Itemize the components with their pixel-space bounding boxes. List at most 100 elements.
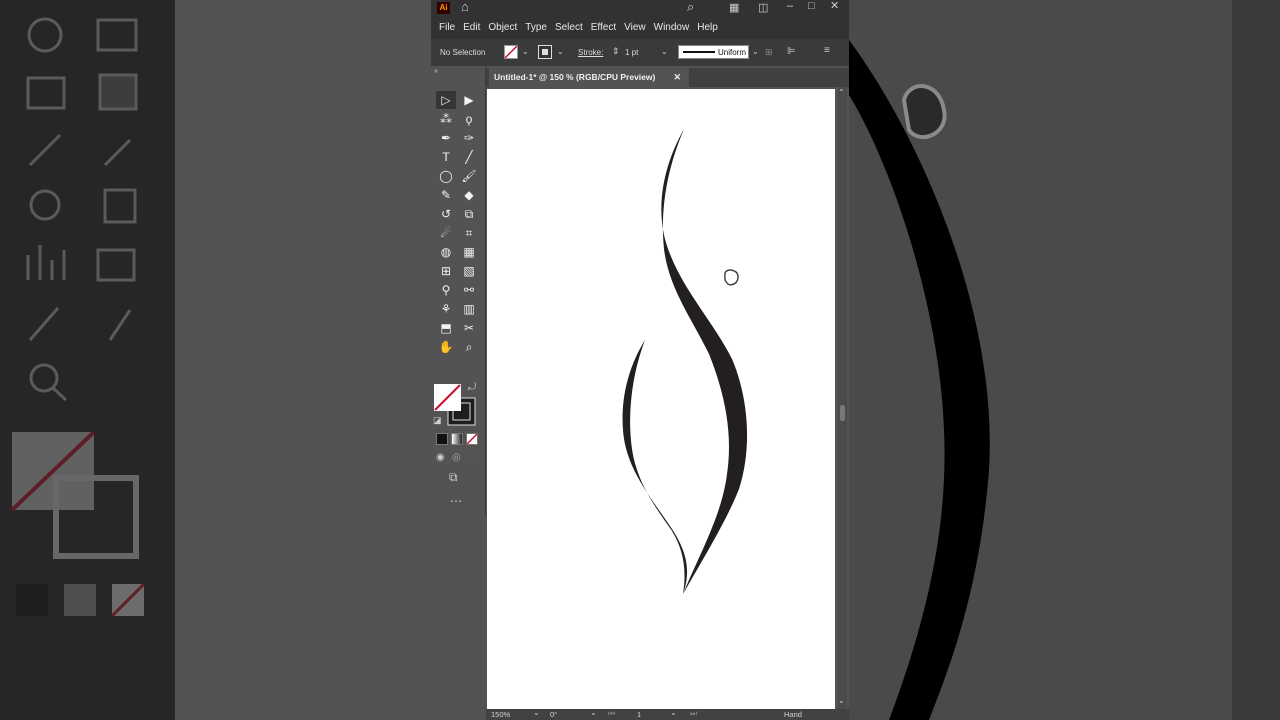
screen-mode-icon[interactable]: ⧉ (449, 471, 458, 483)
minimize-icon[interactable]: – (787, 0, 793, 12)
rotation-dropdown-icon[interactable]: ⌄ (590, 707, 597, 719)
artboard[interactable] (487, 89, 835, 709)
direct-selection-tool-icon[interactable]: ▶ (459, 91, 479, 109)
scroll-up-icon[interactable]: ⌃ (838, 87, 845, 99)
gradient-tool-icon[interactable]: ▧ (459, 262, 479, 280)
stroke-weight-dropdown-icon[interactable]: ⌄ (661, 46, 668, 58)
paintbrush-tool-icon[interactable]: 🖌 (459, 167, 479, 185)
swap-colors-icon[interactable]: ⤾ (468, 382, 476, 394)
rotate-tool-icon[interactable]: ↺ (436, 205, 456, 223)
menu-type[interactable]: Type (525, 22, 547, 33)
gradient-mode-button[interactable] (451, 433, 463, 445)
scroll-down-icon[interactable]: ⌄ (838, 695, 845, 707)
document-tab[interactable]: Untitled-1* @ 150 % (RGB/CPU Preview) ✕ (489, 68, 689, 87)
hand-cursor-icon (724, 269, 739, 286)
last-artboard-icon[interactable]: ⏭ (690, 708, 697, 720)
fill-dropdown-icon[interactable]: ⌄ (522, 46, 529, 58)
eyedropper-tool-icon[interactable]: ⚲ (436, 281, 456, 299)
stroke-dropdown-icon[interactable]: ⌄ (557, 46, 564, 58)
current-tool-name: Hand (784, 710, 802, 719)
blend-tool-icon[interactable]: ⚯ (459, 281, 479, 299)
background-right-strip (1232, 0, 1280, 720)
background-ghost-tools (10, 17, 146, 618)
perspective-grid-tool-icon[interactable]: ▦ (459, 243, 479, 261)
toolbox-grip-icon[interactable]: » (434, 66, 438, 78)
warp-tool-icon[interactable]: ☄ (436, 224, 456, 242)
menu-bar: File Edit Object Type Select Effect View… (431, 17, 849, 37)
line-tool-icon[interactable]: ╱ (459, 148, 479, 166)
background-left-gray (175, 0, 431, 720)
profile-line (683, 51, 715, 53)
profile-label: Uniform (718, 48, 747, 57)
zoom-tool-icon[interactable]: ⌕ (459, 338, 479, 356)
shaper-tool-icon[interactable]: ✎ (436, 186, 456, 204)
close-tab-icon[interactable]: ✕ (673, 68, 681, 87)
pen-tool-icon[interactable]: ✒ (436, 129, 456, 147)
variable-width-profile[interactable]: Uniform (678, 45, 749, 59)
menu-view[interactable]: View (624, 22, 646, 33)
default-colors-icon[interactable]: ◪ (433, 414, 442, 426)
zoom-level[interactable]: 150% (491, 710, 510, 719)
hand-tool-icon[interactable]: ✋ (436, 338, 456, 356)
curvature-tool-icon[interactable]: ✑ (459, 129, 479, 147)
control-bar: No Selection ⌄ ⌄ Stroke: ⇕ 1 pt ⌄ Unifor… (431, 37, 849, 66)
arrange-documents-icon[interactable]: ◫ (758, 2, 768, 14)
stroke-stepper-icon[interactable]: ⇕ (612, 45, 620, 57)
magic-wand-tool-icon[interactable]: ⁂ (436, 110, 456, 128)
color-mode-button[interactable] (436, 433, 448, 445)
free-transform-tool-icon[interactable]: ⌗ (459, 224, 479, 242)
selection-status: No Selection (440, 48, 486, 57)
menu-object[interactable]: Object (488, 22, 517, 33)
background-ghost-stroke (849, 40, 990, 720)
type-tool-icon[interactable]: T (436, 148, 456, 166)
canvas-area[interactable]: ⌃ ⌄ (486, 87, 849, 710)
scale-tool-icon[interactable]: ⧉ (459, 205, 479, 223)
eraser-tool-icon[interactable]: ◆ (459, 186, 479, 204)
fill-swatch[interactable] (504, 45, 518, 59)
menu-file[interactable]: File (439, 22, 455, 33)
shape-builder-tool-icon[interactable]: ◍ (436, 243, 456, 261)
mesh-tool-icon[interactable]: ⊞ (436, 262, 456, 280)
profile-dropdown-icon[interactable]: ⌄ (752, 46, 759, 58)
artboard-number[interactable]: 1 (637, 710, 641, 719)
menu-help[interactable]: Help (697, 22, 718, 33)
close-window-icon[interactable]: ✕ (830, 0, 839, 12)
upper-stroke-shape (661, 129, 748, 594)
ellipse-tool-icon[interactable]: ◯ (436, 167, 456, 185)
workspace-layout-icon[interactable]: ▦ (729, 2, 739, 14)
menu-effect[interactable]: Effect (591, 22, 616, 33)
artboard-tool-icon[interactable]: ⬒ (436, 319, 456, 337)
stroke-swatch[interactable] (538, 45, 552, 59)
edit-toolbar-icon[interactable]: ⋯ (450, 495, 462, 507)
menu-window[interactable]: Window (654, 22, 690, 33)
selection-tool-icon[interactable]: ▷ (436, 91, 456, 109)
recolor-icon[interactable]: ⊞ (765, 46, 773, 58)
search-icon[interactable]: ⌕ (687, 0, 694, 13)
scroll-thumb[interactable] (840, 405, 845, 421)
maximize-icon[interactable]: □ (808, 0, 815, 12)
artboard-dropdown-icon[interactable]: ⌄ (670, 707, 677, 719)
vertical-scrollbar[interactable]: ⌃ ⌄ (838, 87, 847, 710)
align-icon[interactable]: ⊫ (787, 46, 796, 58)
none-mode-button[interactable] (466, 433, 478, 445)
panel-menu-icon[interactable]: ≡ (824, 45, 830, 57)
rotation-value[interactable]: 0° (550, 710, 557, 719)
menu-edit[interactable]: Edit (463, 22, 480, 33)
status-bar: 150% ⌄ 0° ⌄ ⏮ 1 ⌄ ⏭ Hand (486, 707, 849, 720)
toolbox: » ▷ ▶ ⁂ ϙ ✒ ✑ T ╱ ◯ 🖌 ✎ ◆ ↺ ⧉ ☄ ⌗ ◍ ▦ ⊞ ▧ ⚲ ⚯ ⚘ ▥ ⬒ ✂ ✋ ⌕ ⤾ ◪ ◉ ◎ ◌… (431, 66, 486, 516)
stroke-weight-field[interactable]: 1 pt (625, 48, 638, 57)
symbol-sprayer-tool-icon[interactable]: ⚘ (436, 300, 456, 318)
first-artboard-icon[interactable]: ⏮ (608, 708, 615, 720)
menu-select[interactable]: Select (555, 22, 583, 33)
draw-normal-icon[interactable]: ◉ (436, 452, 445, 464)
draw-behind-icon[interactable]: ◎ (452, 452, 461, 464)
zoom-dropdown-icon[interactable]: ⌄ (533, 707, 540, 719)
home-icon[interactable]: ⌂ (461, 0, 469, 13)
stroke-label[interactable]: Stroke: (578, 48, 603, 57)
title-bar: Ai ⌂ ⌕ ▦ ◫ – □ ✕ (431, 0, 849, 17)
column-graph-tool-icon[interactable]: ▥ (459, 300, 479, 318)
slice-tool-icon[interactable]: ✂ (459, 319, 479, 337)
lasso-tool-icon[interactable]: ϙ (459, 110, 479, 128)
draw-inside-icon[interactable]: ◌ (468, 452, 474, 464)
calligraphy-stroke-artwork[interactable] (487, 89, 835, 709)
